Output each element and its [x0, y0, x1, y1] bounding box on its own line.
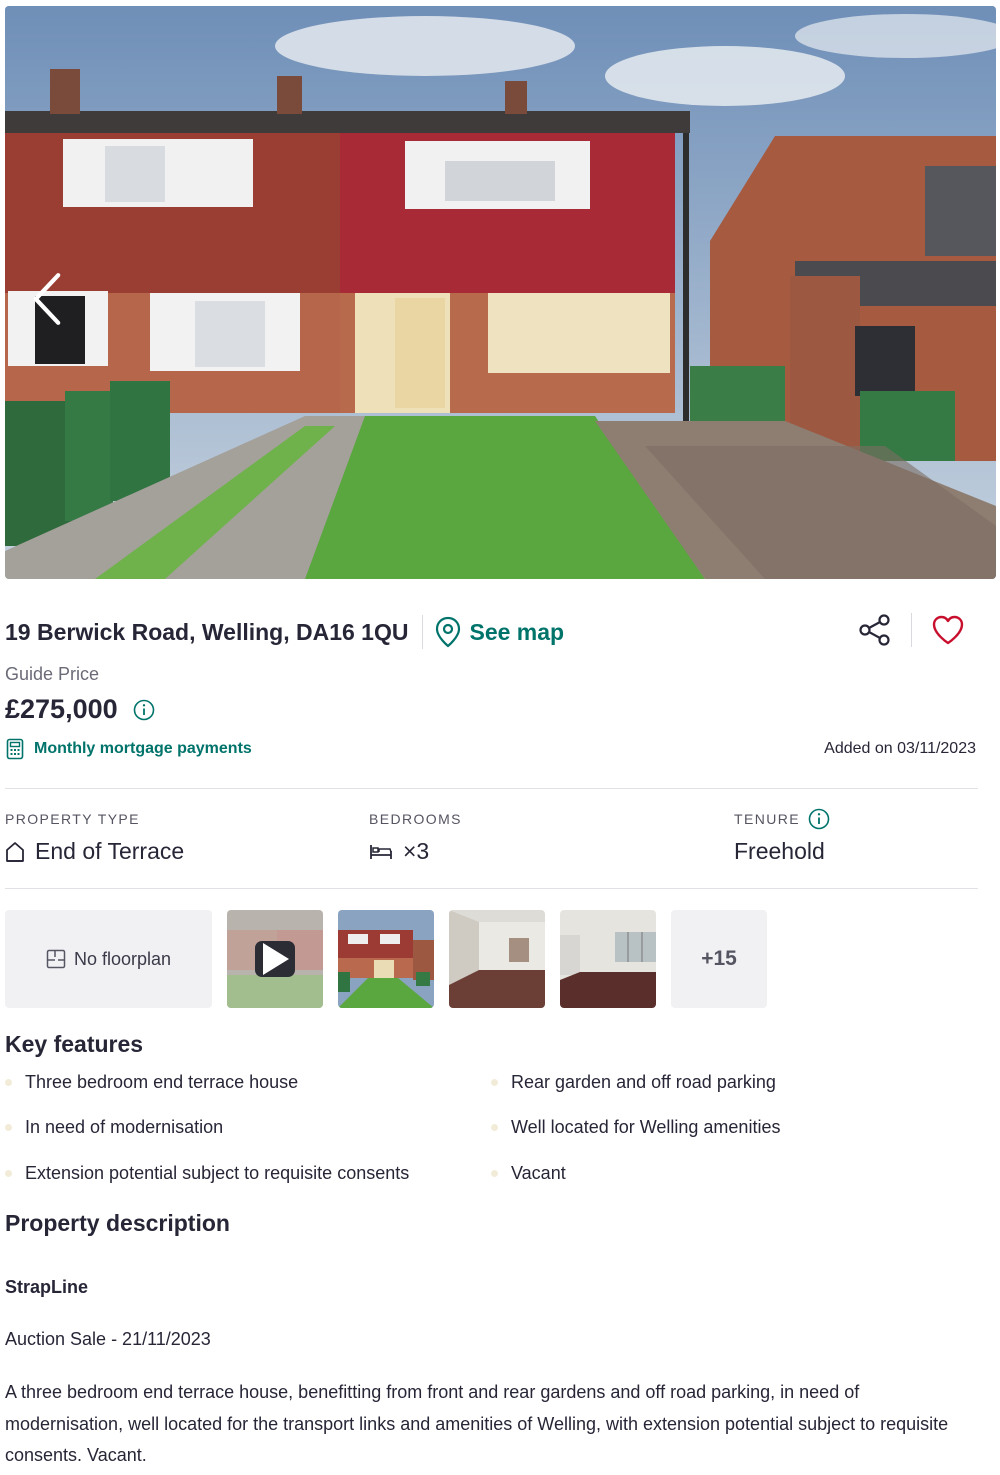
- room-interior-image: [560, 910, 656, 1008]
- bullet: [5, 1170, 12, 1177]
- see-map-label: See map: [469, 618, 565, 645]
- photo-thumbnail[interactable]: [560, 910, 656, 1008]
- divider: [911, 613, 912, 647]
- bullet: [491, 1170, 498, 1177]
- feature-text: In need of modernisation: [25, 1117, 224, 1137]
- tenure-value: Freehold: [734, 838, 825, 864]
- favourite-button[interactable]: [926, 608, 970, 652]
- floorplan-label: No floorplan: [73, 948, 172, 969]
- address-row: 19 Berwick Road, Welling, DA16 1QU See m…: [5, 612, 564, 652]
- share-icon: [859, 614, 890, 646]
- house-photo-image: [5, 6, 996, 579]
- play-icon: [263, 943, 289, 975]
- description-body: A three bedroom end terrace house, benef…: [5, 1382, 949, 1465]
- divider: [5, 788, 978, 789]
- heart-icon: [932, 615, 964, 645]
- price-info-button[interactable]: [132, 698, 156, 722]
- feature-item: Vacant: [491, 1163, 566, 1184]
- see-map-link[interactable]: See map: [435, 616, 564, 648]
- more-photos-button[interactable]: +15: [671, 910, 767, 1008]
- photo-thumbnail[interactable]: [338, 910, 434, 1008]
- share-button[interactable]: [853, 608, 897, 652]
- bed-icon: [370, 844, 392, 859]
- house-icon: [6, 841, 24, 862]
- feature-item: In need of modernisation: [5, 1117, 223, 1138]
- map-pin-icon: [436, 616, 461, 648]
- mortgage-payments-link[interactable]: Monthly mortgage payments: [6, 738, 252, 760]
- floorplan-icon: [46, 949, 66, 969]
- bullet: [491, 1079, 498, 1086]
- photo-thumbnail[interactable]: [449, 910, 545, 1008]
- added-date: Added on 03/11/2023: [824, 740, 976, 757]
- key-features-heading: Key features: [5, 1031, 144, 1057]
- feature-item: Rear garden and off road parking: [491, 1072, 776, 1093]
- property-address: 19 Berwick Road, Welling, DA16 1QU: [5, 618, 409, 645]
- price-row: £275,000: [5, 694, 156, 725]
- property-type-value: End of Terrace: [35, 838, 185, 864]
- previous-photo-button[interactable]: [27, 271, 67, 327]
- info-icon: [133, 699, 154, 720]
- stat-bedrooms: BEDROOMS ×3: [369, 808, 462, 865]
- bullet: [5, 1124, 12, 1131]
- strapline-heading: StrapLine: [5, 1277, 89, 1297]
- divider: [5, 888, 978, 889]
- bedrooms-label: BEDROOMS: [369, 811, 462, 827]
- feature-item: Well located for Welling amenities: [491, 1117, 780, 1138]
- video-thumbnail[interactable]: [227, 910, 323, 1008]
- auction-date: Auction Sale - 21/11/2023: [5, 1329, 211, 1349]
- house-exterior-image: [338, 910, 434, 1008]
- tenure-label: TENURE: [734, 811, 800, 827]
- calculator-icon: [6, 738, 24, 760]
- bullet: [491, 1124, 498, 1131]
- price-value: £275,000: [5, 694, 118, 724]
- feature-text: Well located for Welling amenities: [511, 1117, 781, 1137]
- bullet: [5, 1079, 12, 1086]
- feature-text: Vacant: [511, 1163, 566, 1183]
- bedrooms-value: ×3: [403, 838, 430, 864]
- feature-item: Extension potential subject to requisite…: [5, 1163, 409, 1184]
- feature-text: Three bedroom end terrace house: [25, 1072, 299, 1092]
- feature-text: Extension potential subject to requisite…: [25, 1163, 410, 1183]
- property-description-heading: Property description: [5, 1210, 230, 1236]
- feature-text: Rear garden and off road parking: [511, 1072, 776, 1092]
- guide-price-label: Guide Price: [5, 664, 100, 684]
- feature-item: Three bedroom end terrace house: [5, 1072, 298, 1093]
- chevron-left-icon: [33, 273, 61, 325]
- info-icon[interactable]: [808, 808, 830, 830]
- hero-photo[interactable]: [5, 6, 996, 579]
- listing-actions: [853, 608, 970, 652]
- divider: [422, 615, 424, 649]
- play-button[interactable]: [255, 941, 295, 977]
- stat-property-type: PROPERTY TYPE End of Terrace: [5, 808, 184, 865]
- stat-tenure: TENURE Freehold: [734, 808, 830, 865]
- room-interior-image: [449, 910, 545, 1008]
- mortgage-payments-label: Monthly mortgage payments: [34, 740, 252, 757]
- property-type-label: PROPERTY TYPE: [5, 811, 140, 827]
- floorplan-button[interactable]: No floorplan: [5, 910, 212, 1008]
